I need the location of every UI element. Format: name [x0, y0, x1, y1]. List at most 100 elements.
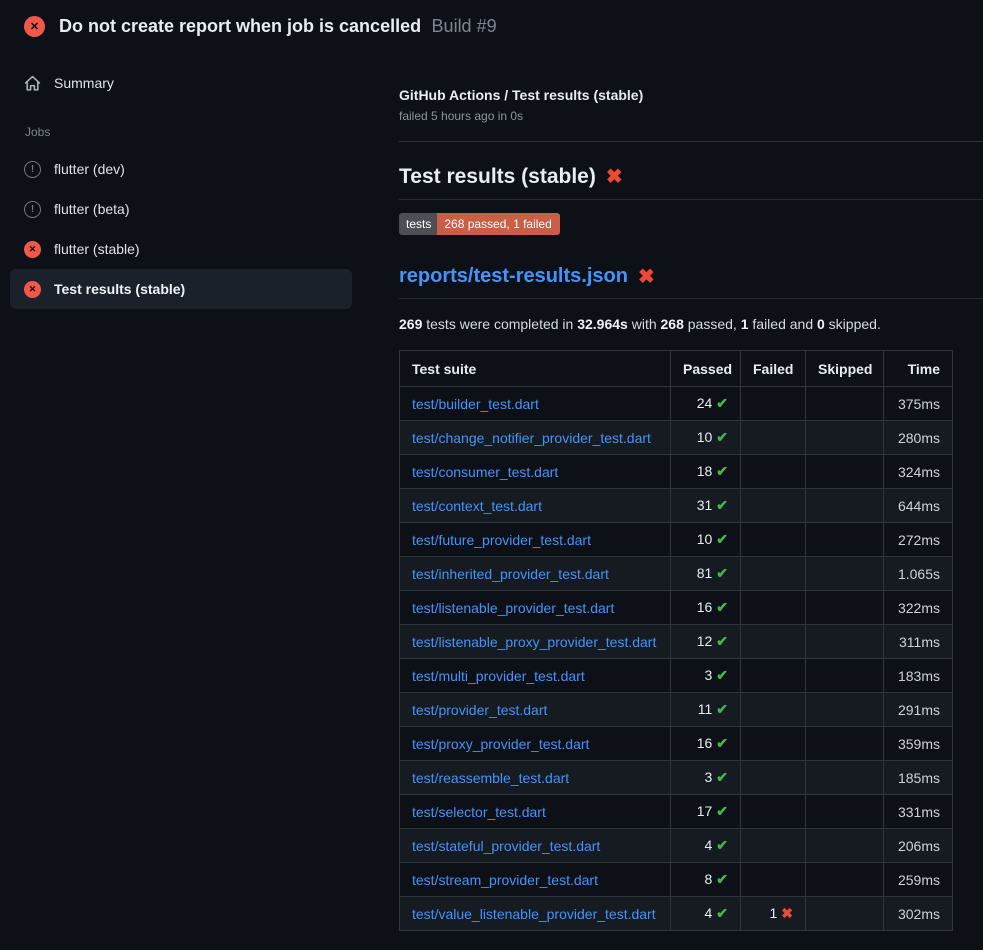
section-title: Test results (stable) ✖	[399, 165, 983, 200]
test-suite-link[interactable]: test/inherited_provider_test.dart	[412, 566, 609, 582]
cell-skipped	[806, 897, 884, 931]
check-icon: ✔	[716, 497, 728, 513]
test-suite-link[interactable]: test/consumer_test.dart	[412, 464, 558, 480]
test-suite-link[interactable]: test/provider_test.dart	[412, 702, 547, 718]
table-row: test/stream_provider_test.dart8✔259ms	[400, 863, 953, 897]
test-suite-link[interactable]: test/change_notifier_provider_test.dart	[412, 430, 651, 446]
cell-skipped	[806, 387, 884, 421]
check-icon: ✔	[716, 701, 728, 717]
cell-passed: 3✔	[671, 659, 741, 693]
test-suite-link[interactable]: test/listenable_provider_test.dart	[412, 600, 614, 616]
cell-skipped	[806, 659, 884, 693]
cell-suite: test/listenable_provider_test.dart	[400, 591, 671, 625]
cancelled-status-icon: !	[24, 161, 41, 178]
divider	[399, 141, 983, 142]
table-row: test/consumer_test.dart18✔324ms	[400, 455, 953, 489]
test-suite-link[interactable]: test/stateful_provider_test.dart	[412, 838, 600, 854]
cell-time: 259ms	[884, 863, 953, 897]
passed-count: 3	[704, 667, 712, 683]
summary-text: passed,	[684, 316, 741, 332]
table-row: test/inherited_provider_test.dart81✔1.06…	[400, 557, 953, 591]
home-icon	[24, 75, 41, 92]
test-suite-link[interactable]: test/multi_provider_test.dart	[412, 668, 585, 684]
report-file-link[interactable]: reports/test-results.json	[399, 265, 628, 288]
test-results-table: Test suitePassedFailedSkippedTime test/b…	[399, 350, 953, 931]
sidebar-item-job[interactable]: ✕ Test results (stable)	[10, 269, 352, 309]
check-icon: ✔	[716, 633, 728, 649]
page-header: ✕ Do not create report when job is cance…	[0, 0, 983, 49]
skipped-count: 0	[817, 316, 825, 332]
cell-passed: 81✔	[671, 557, 741, 591]
failed-status-icon: ✕	[24, 16, 45, 37]
table-row: test/selector_test.dart17✔331ms	[400, 795, 953, 829]
cell-suite: test/multi_provider_test.dart	[400, 659, 671, 693]
build-title: Do not create report when job is cancell…	[59, 16, 497, 37]
cell-failed	[741, 455, 806, 489]
passed-count: 10	[697, 531, 713, 547]
column-header: Time	[884, 351, 953, 387]
section-title-text: Test results (stable)	[399, 165, 596, 189]
cell-passed: 24✔	[671, 387, 741, 421]
cell-failed	[741, 727, 806, 761]
cell-failed	[741, 591, 806, 625]
sidebar-job-label: flutter (dev)	[54, 161, 125, 177]
cell-failed	[741, 659, 806, 693]
passed-count: 31	[697, 497, 713, 513]
passed-count: 24	[697, 395, 713, 411]
check-icon: ✔	[716, 735, 728, 751]
sidebar-item-job[interactable]: !flutter (beta)	[10, 189, 352, 229]
sidebar-job-label: Test results (stable)	[54, 281, 185, 297]
cell-skipped	[806, 591, 884, 625]
test-suite-link[interactable]: test/listenable_proxy_provider_test.dart	[412, 634, 656, 650]
test-suite-link[interactable]: test/builder_test.dart	[412, 396, 539, 412]
cell-suite: test/provider_test.dart	[400, 693, 671, 727]
test-suite-link[interactable]: test/selector_test.dart	[412, 804, 546, 820]
failed-status-icon: ✕	[24, 281, 41, 298]
table-row: test/multi_provider_test.dart3✔183ms	[400, 659, 953, 693]
table-row: test/future_provider_test.dart10✔272ms	[400, 523, 953, 557]
sidebar-job-label: flutter (beta)	[54, 201, 129, 217]
table-row: test/value_listenable_provider_test.dart…	[400, 897, 953, 931]
cell-skipped	[806, 625, 884, 659]
cell-time: 206ms	[884, 829, 953, 863]
cell-passed: 11✔	[671, 693, 741, 727]
summary-text: skipped.	[825, 316, 881, 332]
test-suite-link[interactable]: test/stream_provider_test.dart	[412, 872, 598, 888]
summary-text: with	[628, 316, 661, 332]
table-row: test/context_test.dart 31✔ 644ms	[400, 489, 953, 523]
table-row: test/reassemble_test.dart3✔185ms	[400, 761, 953, 795]
sidebar-item-job[interactable]: ! flutter (dev)	[10, 149, 352, 189]
passed-count: 268	[661, 316, 684, 332]
test-suite-link[interactable]: test/future_provider_test.dart	[412, 532, 591, 548]
column-header: Skipped	[806, 351, 884, 387]
cell-passed: 16✔	[671, 727, 741, 761]
cell-failed	[741, 829, 806, 863]
passed-count: 12	[697, 633, 713, 649]
cell-failed	[741, 387, 806, 421]
cell-skipped	[806, 523, 884, 557]
cell-suite: test/reassemble_test.dart	[400, 761, 671, 795]
cell-time: 185ms	[884, 761, 953, 795]
test-suite-link[interactable]: test/proxy_provider_test.dart	[412, 736, 589, 752]
breadcrumb: GitHub Actions / Test results (stable)	[399, 87, 983, 103]
sidebar-item-summary[interactable]: Summary	[10, 63, 352, 103]
check-icon: ✔	[716, 429, 728, 445]
table-row: test/provider_test.dart11✔291ms	[400, 693, 953, 727]
test-suite-link[interactable]: test/reassemble_test.dart	[412, 770, 569, 786]
cell-suite: test/builder_test.dart	[400, 387, 671, 421]
cell-time: 644ms	[884, 489, 953, 523]
cell-time: 375ms	[884, 387, 953, 421]
table-body: test/builder_test.dart24✔375mstest/chang…	[400, 387, 953, 931]
report-title: reports/test-results.json ✖	[399, 265, 983, 299]
sidebar-item-job[interactable]: ✕flutter (stable)	[10, 229, 352, 269]
test-suite-link[interactable]: test/context_test.dart	[412, 498, 542, 514]
passed-count: 8	[704, 871, 712, 887]
cell-time: 311ms	[884, 625, 953, 659]
cell-failed	[741, 761, 806, 795]
sidebar: Summary Jobs !flutter (dev)!flutter (bet…	[10, 49, 352, 309]
cell-skipped	[806, 795, 884, 829]
table-row: test/builder_test.dart 24✔ 375ms	[400, 387, 953, 421]
tests-badge: tests 268 passed, 1 failed	[399, 213, 560, 235]
cell-time: 272ms	[884, 523, 953, 557]
test-suite-link[interactable]: test/value_listenable_provider_test.dart	[412, 906, 656, 922]
